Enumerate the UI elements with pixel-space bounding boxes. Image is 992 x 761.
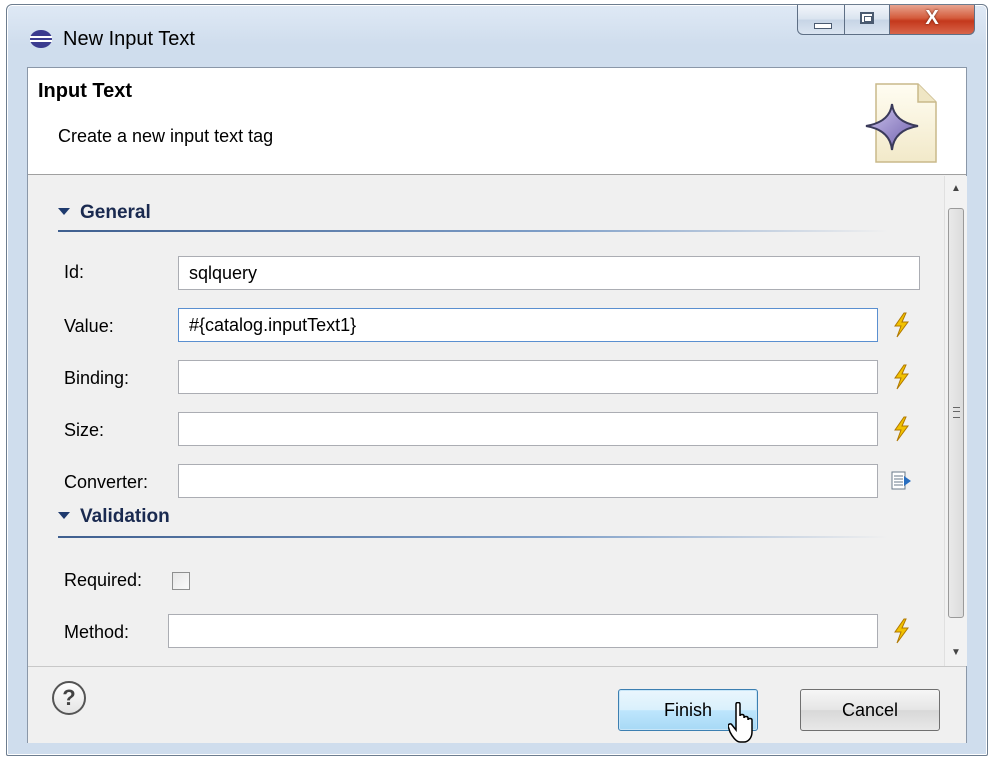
dialog-client-area: Input Text Create a new input text tag G… bbox=[27, 67, 967, 743]
binding-label: Binding: bbox=[64, 368, 130, 388]
mouse-cursor-icon bbox=[728, 702, 753, 743]
section-general-header[interactable]: General bbox=[58, 202, 151, 224]
lightning-bolt-icon[interactable] bbox=[890, 618, 912, 644]
wizard-banner: Input Text Create a new input text tag bbox=[28, 68, 966, 175]
minimize-icon bbox=[814, 23, 832, 29]
banner-description: Create a new input text tag bbox=[58, 126, 274, 146]
grip-icon bbox=[953, 407, 960, 418]
lightning-bolt-icon[interactable] bbox=[890, 312, 912, 338]
id-field[interactable] bbox=[178, 256, 920, 290]
size-label: Size: bbox=[64, 420, 105, 440]
window-title: New Input Text bbox=[63, 28, 195, 50]
dialog-window: New Input Text X Input Text Create a new… bbox=[6, 4, 988, 756]
section-general-label: General bbox=[80, 202, 151, 223]
minimize-button[interactable] bbox=[797, 5, 845, 35]
close-button[interactable]: X bbox=[889, 5, 975, 35]
scroll-up-icon[interactable]: ▲ bbox=[945, 178, 967, 200]
cancel-button[interactable]: Cancel bbox=[800, 689, 940, 731]
lightning-bolt-icon[interactable] bbox=[890, 416, 912, 442]
section-general-divider bbox=[58, 230, 888, 232]
scroll-down-icon[interactable]: ▼ bbox=[945, 642, 967, 664]
scrollbar-thumb[interactable] bbox=[948, 208, 964, 618]
section-validation-header[interactable]: Validation bbox=[58, 506, 170, 528]
method-label: Method: bbox=[64, 622, 130, 642]
size-field[interactable] bbox=[178, 412, 878, 446]
banner-title: Input Text bbox=[38, 80, 133, 102]
title-bar[interactable]: New Input Text X bbox=[7, 5, 987, 65]
id-label: Id: bbox=[64, 262, 85, 282]
help-icon[interactable]: ? bbox=[52, 681, 86, 715]
section-validation-divider bbox=[58, 536, 888, 538]
value-field[interactable] bbox=[178, 308, 878, 342]
section-validation-label: Validation bbox=[80, 506, 170, 527]
button-bar: ? Finish Cancel bbox=[28, 666, 966, 743]
method-field[interactable] bbox=[168, 614, 878, 648]
maximize-icon bbox=[860, 12, 874, 24]
eclipse-icon bbox=[30, 30, 52, 48]
browse-converter-icon[interactable] bbox=[890, 468, 912, 494]
expand-triangle-icon bbox=[58, 512, 70, 519]
maximize-button[interactable] bbox=[844, 5, 890, 35]
value-label: Value: bbox=[64, 316, 114, 336]
required-label: Required: bbox=[64, 570, 143, 590]
required-checkbox[interactable] bbox=[172, 572, 190, 590]
form-scroll-area: General Id: Value: Binding: Size: Conver… bbox=[28, 176, 944, 666]
converter-label: Converter: bbox=[64, 472, 149, 492]
converter-field[interactable] bbox=[178, 464, 878, 498]
vertical-scrollbar[interactable]: ▲ ▼ bbox=[944, 176, 967, 666]
binding-field[interactable] bbox=[178, 360, 878, 394]
lightning-bolt-icon[interactable] bbox=[890, 364, 912, 390]
expand-triangle-icon bbox=[58, 208, 70, 215]
jsf-wizard-icon bbox=[865, 83, 937, 163]
close-icon: X bbox=[925, 7, 939, 29]
